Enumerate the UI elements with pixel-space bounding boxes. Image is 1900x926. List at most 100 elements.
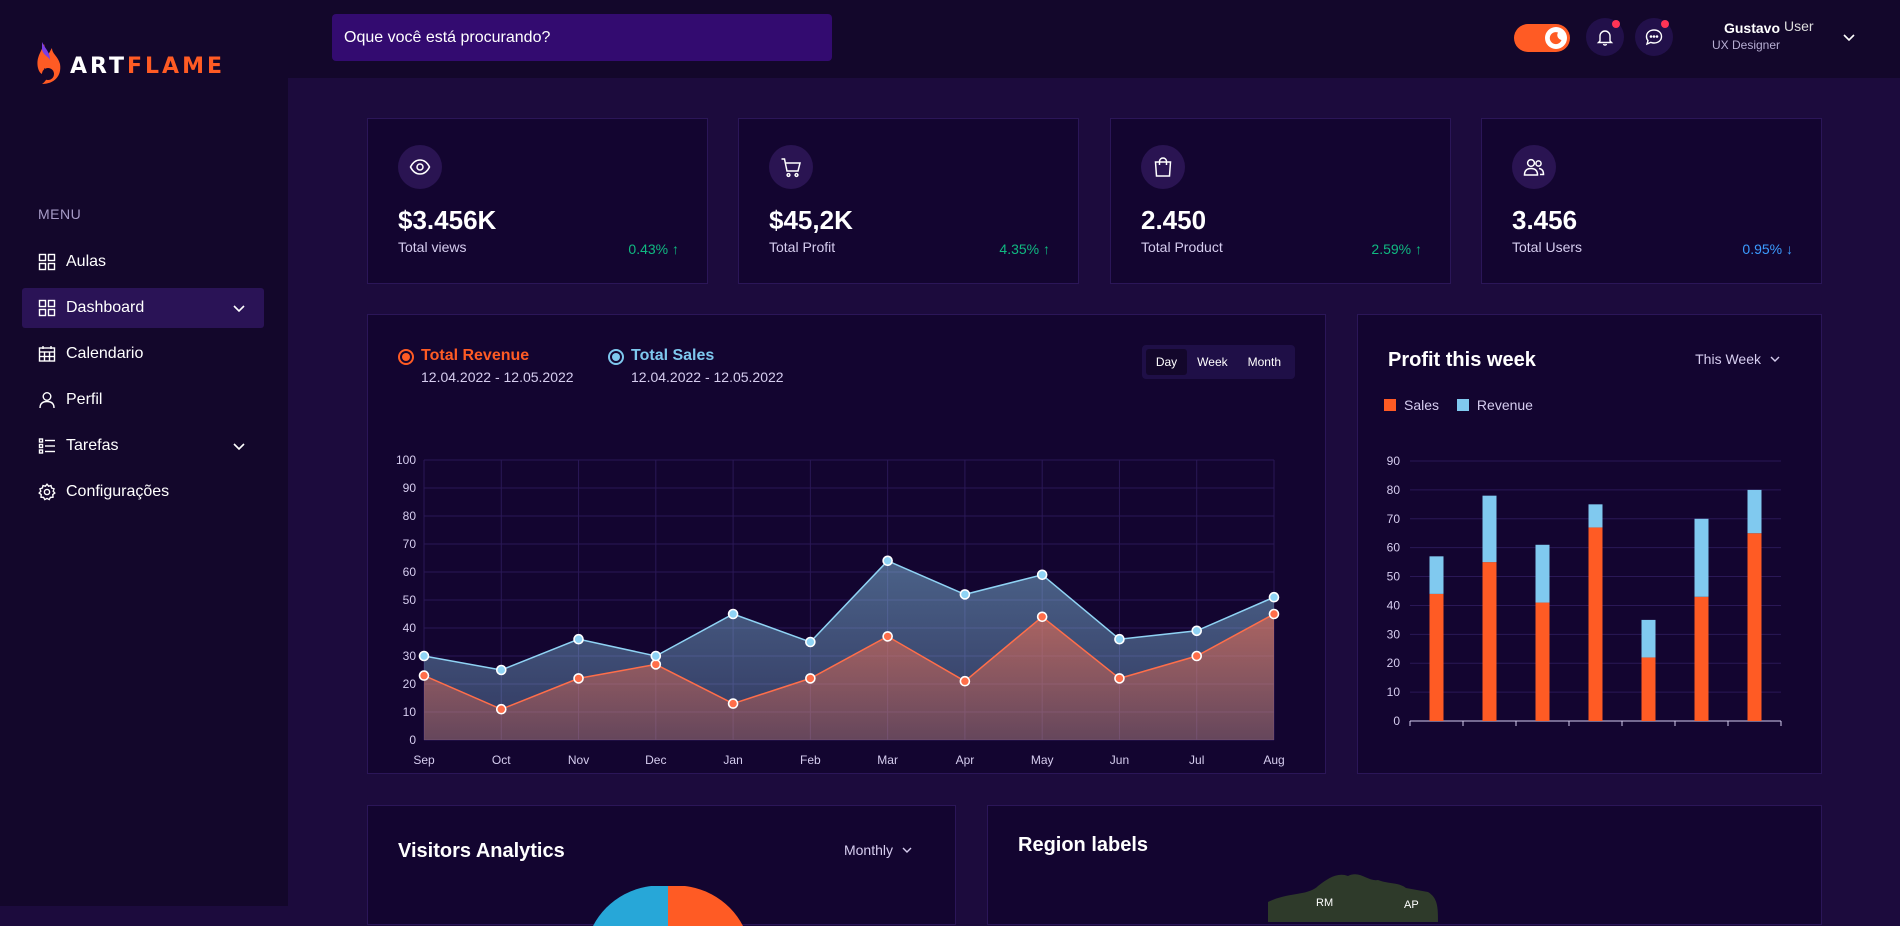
user-info[interactable]: Gustavo UX Designer <box>1690 20 1780 52</box>
data-point <box>573 673 584 684</box>
region-map: RM AP <box>1268 874 1438 922</box>
bar-segment <box>1641 619 1656 658</box>
data-point <box>727 608 739 620</box>
stat-card-product: 2.450 Total Product 2.59% ↑ <box>1110 118 1451 284</box>
sidebar-item-label: Tarefas <box>66 437 119 454</box>
legend-revenue[interactable]: Revenue <box>1456 397 1533 413</box>
sidebar-item-dashboard[interactable]: Dashboard <box>22 288 264 328</box>
avatar[interactable]: User <box>1784 18 1828 38</box>
stat-value: 2.450 <box>1141 205 1207 235</box>
stat-delta: 0.95% ↓ <box>1742 241 1793 257</box>
legend-sales[interactable]: Sales <box>1384 397 1439 413</box>
search-input[interactable]: Oque você está procurando? <box>332 14 832 61</box>
bar-segment <box>1482 562 1497 721</box>
x-tick-label: Jun <box>1110 753 1129 767</box>
x-tick-label: Mar <box>877 753 898 767</box>
chevron-down-icon <box>1770 356 1780 362</box>
stat-label: Total Users <box>1512 239 1583 255</box>
y-tick-label: 80 <box>403 509 417 523</box>
bell-icon <box>1596 30 1614 46</box>
sidebar-item-aulas[interactable]: Aulas <box>22 242 264 282</box>
card-title: Visitors Analytics <box>398 840 565 862</box>
bar-segment <box>1588 527 1603 721</box>
y-tick-label: 40 <box>403 621 417 635</box>
stat-card-views: $3.456K Total views 0.43% ↑ <box>367 118 708 284</box>
data-point <box>882 631 893 642</box>
sidebar-item-perfil[interactable]: Perfil <box>22 380 264 420</box>
y-tick-label: 90 <box>403 481 417 495</box>
sidebar-item-configuracoes[interactable]: Configurações <box>22 472 264 512</box>
brand-name: ARTFLAME <box>70 53 225 79</box>
data-point <box>1191 625 1203 637</box>
x-tick-label: Aug <box>1263 753 1284 767</box>
data-point <box>495 703 507 715</box>
data-point <box>1191 650 1203 662</box>
arrow-down-icon: ↓ <box>1786 241 1793 257</box>
data-point <box>959 675 971 687</box>
grid-icon <box>38 253 56 271</box>
sidebar: ARTFLAME MENU Aulas Dashboard Calendario… <box>0 0 288 906</box>
messages-button[interactable] <box>1635 18 1673 56</box>
x-tick-label: M <box>1432 734 1442 735</box>
x-tick-label: Jan <box>723 753 742 767</box>
x-tick-label: Sep <box>413 753 435 767</box>
x-tick-label: May <box>1031 753 1054 767</box>
bar-segment <box>1588 504 1603 528</box>
area-chart: 0 10 20 30 40 50 60 70 80 90 100 Sep Oct Nov Dec Jan Feb… <box>396 453 1285 767</box>
users-icon <box>1512 145 1556 189</box>
stat-label: Total Profit <box>769 239 836 255</box>
sidebar-item-label: Dashboard <box>66 299 145 316</box>
calendar-icon <box>38 346 56 362</box>
chevron-down-icon[interactable] <box>232 301 246 315</box>
bar-segment <box>1747 533 1762 721</box>
data-point <box>495 664 507 676</box>
y-tick-label: 10 <box>403 705 417 719</box>
data-point <box>1114 673 1125 684</box>
period-dropdown[interactable]: This Week <box>1695 351 1781 367</box>
sidebar-item-label: Configurações <box>66 483 170 500</box>
chevron-down-icon[interactable] <box>232 439 246 453</box>
stat-label: Total Product <box>1141 239 1223 255</box>
sidebar-item-tarefas[interactable]: Tarefas <box>22 426 264 466</box>
x-tick-label: S <box>1697 734 1705 735</box>
visitors-card: Visitors Analytics Monthly <box>367 805 956 926</box>
stat-value: $3.456K <box>398 205 497 235</box>
flame-logo-icon <box>37 42 61 84</box>
data-point <box>573 633 584 645</box>
moon-icon <box>1545 27 1567 49</box>
x-tick-label: Dec <box>645 753 666 767</box>
data-point <box>1036 611 1048 623</box>
y-tick-label: 0 <box>409 733 416 747</box>
arrow-up-icon: ↑ <box>672 241 679 257</box>
bar-segment <box>1429 593 1444 721</box>
sidebar-item-calendario[interactable]: Calendario <box>22 334 264 374</box>
brand-logo[interactable]: ARTFLAME <box>32 40 225 92</box>
data-point <box>1268 608 1280 620</box>
bar-segment <box>1429 556 1444 594</box>
notification-dot <box>1612 20 1620 28</box>
chat-icon <box>1645 29 1663 46</box>
x-tick-label: Oct <box>492 753 511 767</box>
x-tick-label: T <box>1592 734 1600 735</box>
period-dropdown[interactable]: Monthly <box>844 842 913 858</box>
region-label: AP <box>1404 899 1419 911</box>
dark-mode-toggle[interactable] <box>1514 24 1570 52</box>
bar-segment <box>1641 657 1656 721</box>
x-tick-label: Nov <box>568 753 589 767</box>
y-tick-label: 20 <box>1387 656 1401 670</box>
revenue-chart-card: Total Revenue 12.04.2022 - 12.05.2022 To… <box>367 314 1326 774</box>
bar-segment <box>1482 495 1497 563</box>
sidebar-item-label: Calendario <box>66 345 144 362</box>
bar-segment <box>1535 602 1550 721</box>
chevron-down-icon[interactable] <box>1842 30 1856 44</box>
y-tick-label: 90 <box>1387 454 1401 468</box>
y-tick-label: 100 <box>396 453 416 467</box>
donut-chart <box>593 886 743 926</box>
gear-icon <box>38 483 56 501</box>
x-tick-label: F <box>1645 734 1652 735</box>
y-tick-label: 20 <box>403 677 417 691</box>
card-title: Region labels <box>1018 834 1149 856</box>
data-point <box>650 650 662 662</box>
y-tick-label: 30 <box>1387 627 1401 641</box>
notifications-button[interactable] <box>1586 18 1624 56</box>
